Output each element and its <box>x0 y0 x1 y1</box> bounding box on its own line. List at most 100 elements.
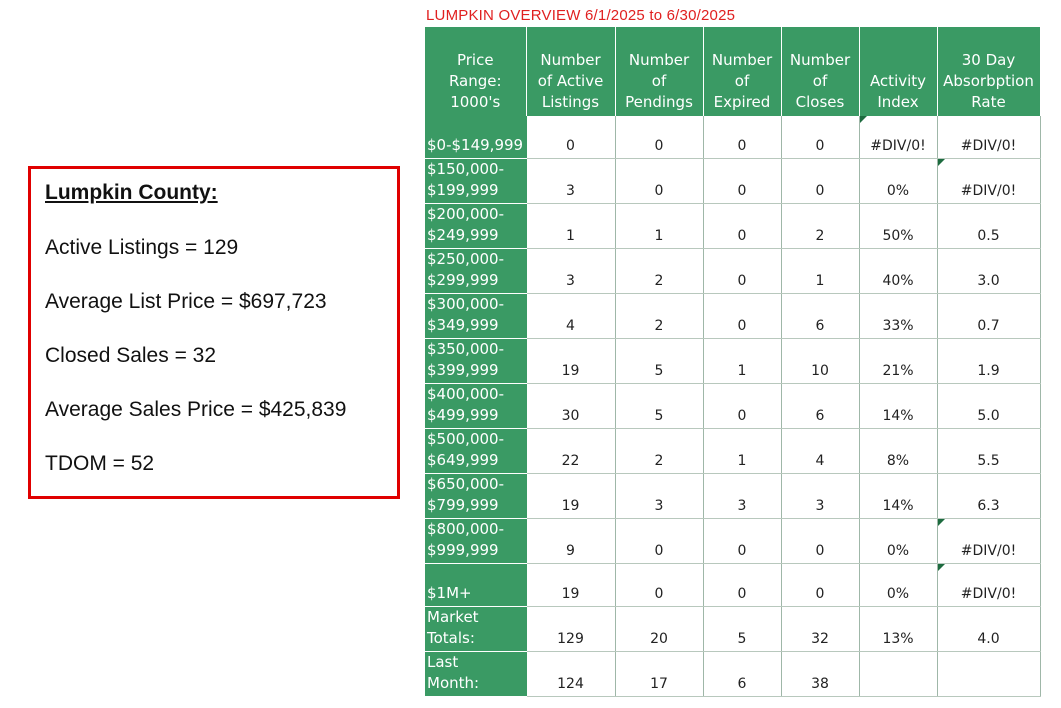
summary-active-listings: Active Listings = 129 <box>45 236 239 259</box>
closes-cell: 0 <box>781 518 860 564</box>
closes-cell: 6 <box>781 293 860 339</box>
active-cell: 9 <box>526 518 616 564</box>
expired-cell: 0 <box>703 203 782 249</box>
summary-tdom: TDOM = 52 <box>45 452 155 475</box>
header-closes: Number of Closes <box>781 27 860 116</box>
pendings-cell: 0 <box>615 116 704 159</box>
table-row: $350,000- $399,999 19 5 1 10 21% 1.9 <box>425 338 1041 384</box>
header-active-listings: Number of Active Listings <box>526 27 616 116</box>
absorption-cell: 5.0 <box>937 383 1041 429</box>
table-row: Market Totals: 129 20 5 32 13% 4.0 <box>425 606 1041 652</box>
price-range-cell: $200,000- $249,999 <box>425 203 527 249</box>
pendings-cell: 0 <box>615 518 704 564</box>
closes-cell: 38 <box>781 651 860 697</box>
absorption-cell: 5.5 <box>937 428 1041 474</box>
table-header-row: Price Range: 1000's Number of Active Listing… <box>425 27 1041 116</box>
closes-cell: 3 <box>781 473 860 519</box>
pendings-cell: 3 <box>615 473 704 519</box>
summary-average-sales-price: Average Sales Price = $425,839 <box>45 398 347 421</box>
table-row: $800,000- $999,999 9 0 0 0 0% #DIV/0! <box>425 518 1041 564</box>
absorption-cell: #DIV/0! <box>937 518 1041 564</box>
price-range-cell: Last Month: <box>425 651 527 697</box>
activity-cell: 0% <box>859 563 938 607</box>
table-row: $250,000- $299,999 3 2 0 1 40% 3.0 <box>425 248 1041 294</box>
price-range-cell: $400,000- $499,999 <box>425 383 527 429</box>
price-range-cell: $150,000- $199,999 <box>425 158 527 204</box>
summary-average-list-price: Average List Price = $697,723 <box>45 290 327 313</box>
expired-cell: 1 <box>703 428 782 474</box>
expired-cell: 0 <box>703 563 782 607</box>
price-range-cell: $0-$149,999 <box>425 116 527 159</box>
table-row: $650,000- $799,999 19 3 3 3 14% 6.3 <box>425 473 1041 519</box>
absorption-cell: 0.5 <box>937 203 1041 249</box>
absorption-cell: #DIV/0! <box>937 116 1041 159</box>
closes-cell: 1 <box>781 248 860 294</box>
expired-cell: 0 <box>703 158 782 204</box>
table-row: $150,000- $199,999 3 0 0 0 0% #DIV/0! <box>425 158 1041 204</box>
active-cell: 0 <box>526 116 616 159</box>
closes-cell: 0 <box>781 158 860 204</box>
closes-cell: 2 <box>781 203 860 249</box>
activity-cell: 0% <box>859 158 938 204</box>
active-cell: 22 <box>526 428 616 474</box>
table-row: $0-$149,999 0 0 0 0 #DIV/0! #DIV/0! <box>425 116 1041 159</box>
absorption-cell: #DIV/0! <box>937 158 1041 204</box>
active-cell: 4 <box>526 293 616 339</box>
closes-cell: 4 <box>781 428 860 474</box>
closes-cell: 0 <box>781 116 860 159</box>
expired-cell: 0 <box>703 116 782 159</box>
price-range-cell: $350,000- $399,999 <box>425 338 527 384</box>
closes-cell: 6 <box>781 383 860 429</box>
active-cell: 1 <box>526 203 616 249</box>
activity-cell <box>859 651 938 697</box>
closes-cell: 10 <box>781 338 860 384</box>
expired-cell: 0 <box>703 248 782 294</box>
price-range-cell: $650,000- $799,999 <box>425 473 527 519</box>
activity-cell: 21% <box>859 338 938 384</box>
absorption-cell: 6.3 <box>937 473 1041 519</box>
price-range-cell: $300,000- $349,999 <box>425 293 527 339</box>
market-overview-table: Price Range: 1000's Number of Active Listing… <box>425 27 1041 697</box>
absorption-cell: 3.0 <box>937 248 1041 294</box>
header-absorption-rate: 30 Day Absorbption Rate <box>937 27 1041 116</box>
absorption-cell: #DIV/0! <box>937 563 1041 607</box>
activity-cell: 0% <box>859 518 938 564</box>
table-row: $300,000- $349,999 4 2 0 6 33% 0.7 <box>425 293 1041 339</box>
active-cell: 129 <box>526 606 616 652</box>
activity-cell: 50% <box>859 203 938 249</box>
table-row: $1M+ 19 0 0 0 0% #DIV/0! <box>425 563 1041 607</box>
closes-cell: 0 <box>781 563 860 607</box>
price-range-cell: $250,000- $299,999 <box>425 248 527 294</box>
expired-cell: 0 <box>703 383 782 429</box>
header-pendings: Number of Pendings <box>615 27 704 116</box>
active-cell: 3 <box>526 248 616 294</box>
absorption-cell: 0.7 <box>937 293 1041 339</box>
active-cell: 124 <box>526 651 616 697</box>
pendings-cell: 17 <box>615 651 704 697</box>
expired-cell: 5 <box>703 606 782 652</box>
price-range-cell: $500,000- $649,999 <box>425 428 527 474</box>
active-cell: 3 <box>526 158 616 204</box>
active-cell: 19 <box>526 338 616 384</box>
expired-cell: 6 <box>703 651 782 697</box>
closes-cell: 32 <box>781 606 860 652</box>
active-cell: 19 <box>526 473 616 519</box>
table-row: $500,000- $649,999 22 2 1 4 8% 5.5 <box>425 428 1041 474</box>
absorption-cell: 4.0 <box>937 606 1041 652</box>
activity-cell: 33% <box>859 293 938 339</box>
table-row: Last Month: 124 17 6 38 <box>425 651 1041 697</box>
pendings-cell: 0 <box>615 563 704 607</box>
absorption-cell <box>937 651 1041 697</box>
summary-closed-sales: Closed Sales = 32 <box>45 344 217 367</box>
table-body: $0-$149,999 0 0 0 0 #DIV/0! #DIV/0! $150,000- $1… <box>425 116 1041 697</box>
activity-cell: 14% <box>859 383 938 429</box>
activity-cell: 14% <box>859 473 938 519</box>
header-expired: Number of Expired <box>703 27 782 116</box>
report-title: LUMPKIN OVERVIEW 6/1/2025 to 6/30/2025 <box>426 7 736 24</box>
header-price-range: Price Range: 1000's <box>425 27 527 116</box>
pendings-cell: 5 <box>615 338 704 384</box>
pendings-cell: 2 <box>615 248 704 294</box>
expired-cell: 0 <box>703 518 782 564</box>
absorption-cell: 1.9 <box>937 338 1041 384</box>
activity-cell: #DIV/0! <box>859 116 938 159</box>
